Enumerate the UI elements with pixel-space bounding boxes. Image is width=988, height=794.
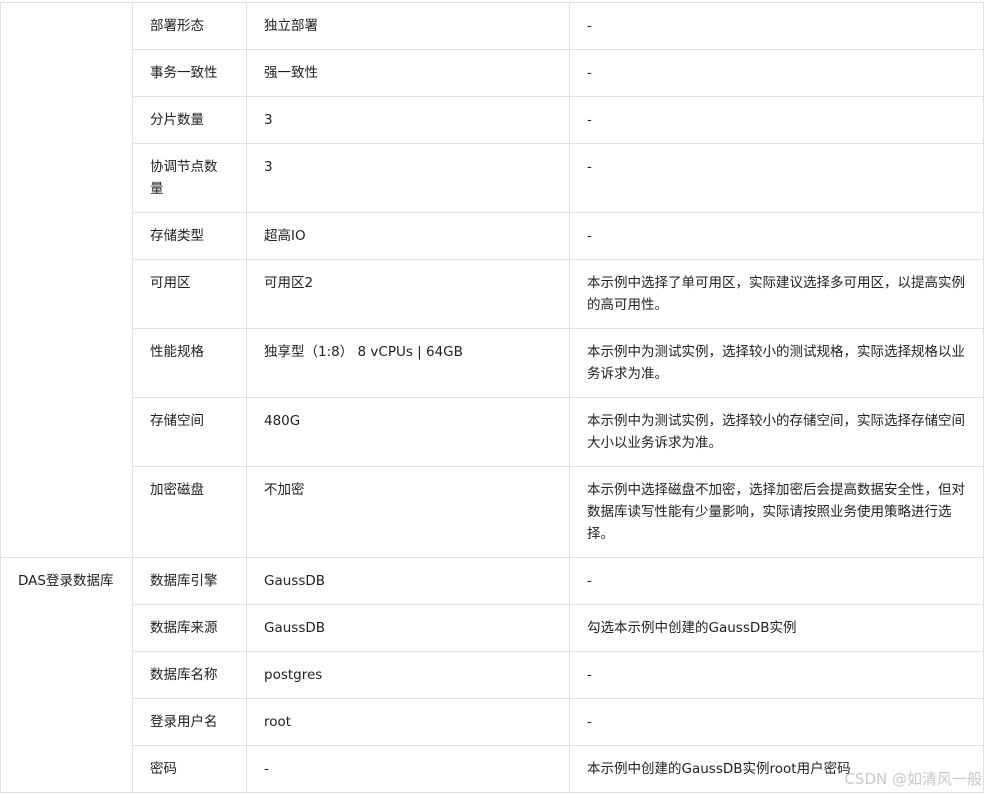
param-value-cell: -: [246, 745, 570, 793]
param-name-cell: 部署形态: [132, 2, 247, 50]
param-value-cell: postgres: [246, 651, 570, 699]
param-name-cell: 存储空间: [132, 397, 247, 467]
param-name-cell: 加密磁盘: [132, 466, 247, 558]
param-value-cell: 不加密: [246, 466, 570, 558]
table-row: 数据库来源 GaussDB 勾选本示例中创建的GaussDB实例: [1, 604, 984, 652]
param-value-cell: 3: [246, 143, 570, 213]
param-value-cell: 480G: [246, 397, 570, 467]
param-value-cell: GaussDB: [246, 604, 570, 652]
param-name-cell: 数据库名称: [132, 651, 247, 699]
param-name-cell: 协调节点数量: [132, 143, 247, 213]
param-name-cell: 登录用户名: [132, 698, 247, 746]
table-row: 部署形态 独立部署 -: [0, 2, 984, 558]
param-note-cell: -: [569, 212, 984, 260]
param-name-cell: 性能规格: [132, 328, 247, 398]
param-name-cell: 存储类型: [132, 212, 247, 260]
param-note-cell: 本示例中选择了单可用区，实际建议选择多可用区，以提高实例的高可用性。: [569, 259, 984, 329]
param-name-cell: 密码: [132, 745, 247, 793]
param-note-cell: 本示例中为测试实例，选择较小的测试规格，实际选择规格以业务诉求为准。: [569, 328, 984, 398]
param-note-cell: -: [569, 651, 984, 699]
param-note-cell: -: [569, 96, 984, 144]
table-row: 存储空间 480G 本示例中为测试实例，选择较小的存储空间，实际选择存储空间大小…: [1, 397, 984, 467]
table-row: 协调节点数量 3 -: [1, 143, 984, 213]
param-note-cell: -: [569, 557, 984, 605]
table-row: 事务一致性 强一致性 -: [1, 49, 984, 97]
param-note-cell: -: [569, 49, 984, 97]
table-row: 性能规格 独享型（1:8） 8 vCPUs | 64GB 本示例中为测试实例，选…: [1, 328, 984, 398]
param-value-cell: 独享型（1:8） 8 vCPUs | 64GB: [246, 328, 570, 398]
table-row: 密码 - 本示例中创建的GaussDB实例root用户密码: [1, 745, 984, 793]
table-row: DAS登录数据库 数据库引擎 GaussDB -: [0, 557, 984, 793]
watermark: CSDN @如清风一般: [844, 770, 982, 788]
table-row: 分片数量 3 -: [1, 96, 984, 144]
param-value-cell: 超高IO: [246, 212, 570, 260]
param-note-cell: 本示例中选择磁盘不加密，选择加密后会提高数据安全性，但对数据库读写性能有少量影响…: [569, 466, 984, 558]
param-value-cell: 强一致性: [246, 49, 570, 97]
param-value-cell: root: [246, 698, 570, 746]
table-row: 可用区 可用区2 本示例中选择了单可用区，实际建议选择多可用区，以提高实例的高可…: [1, 259, 984, 329]
group-cell-instance: [0, 2, 133, 558]
param-name-cell: 可用区: [132, 259, 247, 329]
param-name-cell: 数据库来源: [132, 604, 247, 652]
param-note-cell: -: [569, 2, 984, 50]
param-value-cell: 可用区2: [246, 259, 570, 329]
param-name-cell: 数据库引擎: [132, 557, 247, 605]
param-note-cell: 本示例中为测试实例，选择较小的存储空间，实际选择存储空间大小以业务诉求为准。: [569, 397, 984, 467]
param-note-cell: 勾选本示例中创建的GaussDB实例: [569, 604, 984, 652]
table-row: 数据库名称 postgres -: [1, 651, 984, 699]
table-row: 登录用户名 root -: [1, 698, 984, 746]
parameter-table: 部署形态 独立部署 - 事务一致性 强一致性 - 分片数量 3 - 协调节点数量…: [0, 2, 984, 793]
param-value-cell: GaussDB: [246, 557, 570, 605]
param-name-cell: 分片数量: [132, 96, 247, 144]
param-note-cell: -: [569, 143, 984, 213]
param-value-cell: 独立部署: [246, 2, 570, 50]
param-note-cell: -: [569, 698, 984, 746]
table-row: 存储类型 超高IO -: [1, 212, 984, 260]
table-row: 加密磁盘 不加密 本示例中选择磁盘不加密，选择加密后会提高数据安全性，但对数据库…: [1, 466, 984, 558]
group-cell-das: DAS登录数据库: [0, 557, 133, 793]
param-name-cell: 事务一致性: [132, 49, 247, 97]
param-value-cell: 3: [246, 96, 570, 144]
